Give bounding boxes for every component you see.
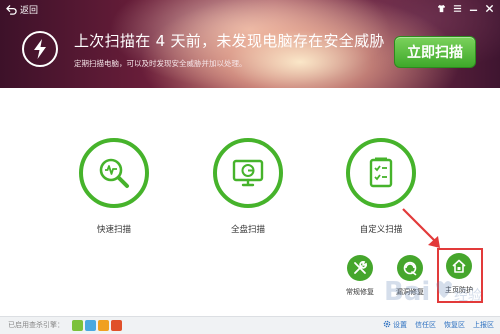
local-engine-icon[interactable] (111, 320, 122, 331)
cloud-engine-icon[interactable] (72, 320, 83, 331)
engine-icon-list (72, 320, 122, 331)
wrench-screwdriver-icon (347, 255, 373, 281)
footer-links: 设置 信任区 恢复区 上报区 (383, 320, 494, 330)
back-button[interactable]: 返回 (6, 2, 38, 16)
full-scan-label: 全盘扫描 (230, 225, 265, 235)
quick-scan-button[interactable]: 快速扫描 (66, 138, 162, 235)
trust-zone-link[interactable]: 信任区 (415, 320, 436, 330)
bolt-icon (22, 31, 58, 67)
settings-link[interactable]: 设置 (383, 320, 407, 330)
scan-now-button[interactable]: 立即扫描 (394, 36, 476, 68)
back-arrow-icon (6, 4, 17, 15)
vulnerability-icon (397, 255, 423, 281)
settings-label: 设置 (393, 321, 407, 329)
scan-tip-text: 定期扫描电脑，可以及时发现安全威胁并加以处理。 (74, 59, 247, 68)
system-repair-engine-icon[interactable] (98, 320, 109, 331)
minimize-icon[interactable] (466, 2, 480, 15)
quick-scan-label: 快速扫描 (96, 225, 131, 235)
annotation-arrow (402, 208, 440, 248)
restore-zone-link[interactable]: 恢复区 (444, 320, 465, 330)
monitor-icon (213, 138, 283, 208)
window-controls (434, 2, 496, 15)
last-scan-headline: 上次扫描在 4 天前，未发现电脑存在安全威胁 (74, 32, 385, 50)
general-repair-button[interactable]: 常规修复 (338, 255, 382, 297)
checklist-icon (346, 138, 416, 208)
gear-icon (383, 320, 393, 329)
title-bar: 返回 (0, 0, 500, 18)
engine-label: 已启用查杀引擎： (8, 321, 64, 329)
qvm-engine-icon[interactable] (85, 320, 96, 331)
report-zone-link[interactable]: 上报区 (473, 320, 494, 330)
annotation-highlight-box (437, 248, 483, 303)
full-scan-button[interactable]: 全盘扫描 (200, 138, 296, 235)
quick-scan-icon (79, 138, 149, 208)
back-label: 返回 (20, 5, 39, 16)
vulnerability-fix-label: 漏洞修复 (396, 288, 424, 296)
vulnerability-fix-button[interactable]: 漏洞修复 (388, 255, 432, 297)
shirt-icon[interactable] (434, 2, 448, 15)
status-bar: 已启用查杀引擎： 设置 信任区 恢复区 上报区 (0, 316, 500, 334)
header-banner: 返回 上次扫描在 4 天前，未发现电脑存在安全威胁 定期扫描电脑，可以及时发现安… (0, 0, 500, 88)
close-icon[interactable] (482, 2, 496, 15)
general-repair-label: 常规修复 (346, 288, 374, 296)
menu-icon[interactable] (450, 2, 464, 15)
